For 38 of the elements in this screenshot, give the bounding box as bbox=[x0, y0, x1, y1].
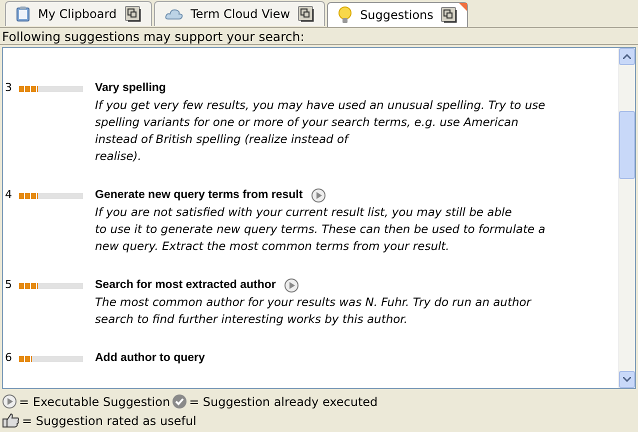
tab-label: My Clipboard bbox=[38, 6, 117, 23]
suggestion-description: If you are not satisfied with your current result list, you may still be able to use it to generate new query terms. These can then be used to formulate a new query. Extract the most common terms from your result. bbox=[95, 204, 546, 255]
suggestion-number: 6 bbox=[4, 350, 13, 366]
restore-window-icon[interactable] bbox=[124, 6, 141, 22]
corner-marker bbox=[459, 3, 468, 11]
legend-text: = Suggestion rated as useful bbox=[22, 412, 196, 430]
suggestion-description: The most common author for your results was N. Fuhr. Try do run an author search to find further interesting works by this author. bbox=[95, 294, 532, 328]
suggestion-number: 5 bbox=[4, 277, 13, 294]
suggestion-title: Search for most extracted author bbox=[95, 278, 276, 293]
tab-label: Term Cloud View bbox=[190, 6, 290, 23]
checkmark-icon bbox=[172, 394, 188, 409]
tab[interactable]: Suggestions bbox=[327, 2, 468, 27]
suggestion-number: 4 bbox=[4, 187, 13, 204]
arrow-up-icon bbox=[623, 54, 631, 59]
scroll-down-button[interactable] bbox=[619, 371, 635, 388]
arrow-down-icon bbox=[623, 377, 631, 382]
suggestion-number: 3 bbox=[4, 80, 13, 96]
suggestion-title: Add author to query bbox=[95, 350, 205, 366]
play-icon[interactable] bbox=[310, 188, 326, 203]
scroll-thumb[interactable] bbox=[619, 111, 635, 179]
suggestion-title: Generate new query terms from result bbox=[95, 188, 303, 203]
clipboard-icon bbox=[16, 6, 30, 22]
lightbulb-icon bbox=[338, 6, 352, 24]
tab[interactable]: My Clipboard bbox=[5, 1, 152, 26]
suggestion-title: Vary spelling bbox=[95, 80, 166, 96]
legend-text: = Suggestion already executed bbox=[189, 394, 378, 410]
scroll-up-button[interactable] bbox=[619, 48, 635, 65]
restore-window-icon[interactable] bbox=[441, 7, 458, 23]
play-icon[interactable] bbox=[2, 394, 17, 409]
legend-text: = Executable Suggestion bbox=[19, 394, 170, 410]
suggestion-description: If you get very few results, you may have used an unusual spelling. Try to use spelling variants for one or more of your search terms, e.g. use American instead of British spelling (realize instead of realise). bbox=[95, 97, 546, 165]
play-icon[interactable] bbox=[284, 278, 299, 293]
tab[interactable]: Term Cloud View bbox=[154, 1, 326, 26]
restore-window-icon[interactable] bbox=[298, 6, 314, 22]
tab-label: Suggestions bbox=[360, 7, 434, 24]
cloud-icon bbox=[164, 8, 183, 20]
scrollbar[interactable] bbox=[618, 48, 635, 388]
thumbs-up-icon bbox=[2, 413, 20, 428]
